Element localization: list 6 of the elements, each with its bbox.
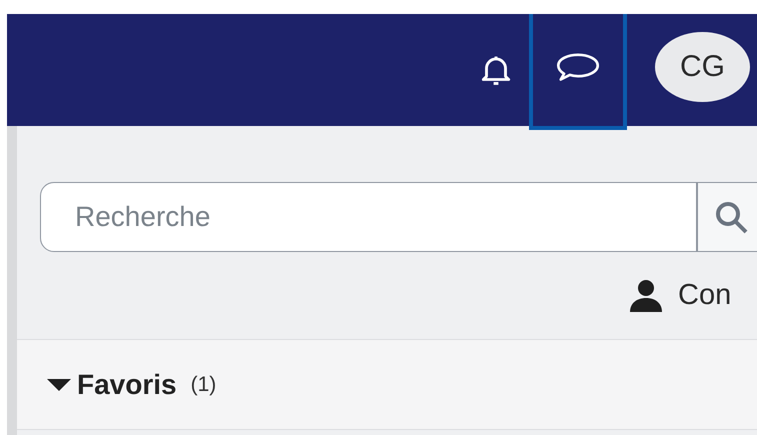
caret-down-icon xyxy=(47,378,71,390)
favorites-toggle[interactable]: Favoris (1) xyxy=(47,368,216,400)
contacts-link[interactable]: Con xyxy=(628,278,732,312)
person-icon xyxy=(628,278,664,312)
search-field[interactable]: Recherche xyxy=(40,182,697,252)
user-avatar[interactable]: CG xyxy=(655,32,750,102)
